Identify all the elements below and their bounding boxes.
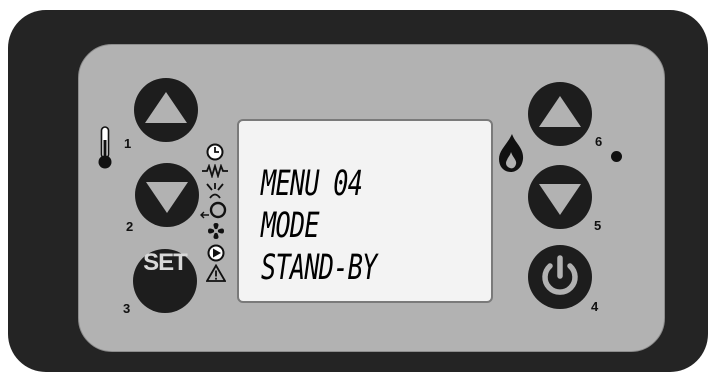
flame-icon [499, 134, 524, 172]
heater-icon [202, 164, 228, 178]
button-number-1: 1 [124, 136, 132, 151]
status-led [611, 151, 622, 162]
set-button[interactable]: SET [133, 249, 197, 313]
power-icon [542, 255, 578, 295]
lcd-line-2: MODE [261, 206, 320, 246]
thermometer-icon [98, 126, 112, 169]
power-button[interactable] [528, 245, 592, 309]
warning-icon [206, 264, 226, 282]
lcd-line-1: MENU 04 [261, 164, 363, 204]
motor-icon [207, 244, 225, 262]
power-level-down-button[interactable] [528, 165, 592, 229]
down-arrow-icon [146, 182, 188, 213]
set-button-label: SET [143, 249, 188, 276]
up-arrow-icon [145, 92, 187, 123]
button-number-3: 3 [123, 301, 131, 316]
lcd-line-3: STAND-BY [261, 248, 377, 288]
pump-icon [200, 201, 227, 219]
igniter-icon [206, 183, 224, 199]
up-arrow-icon [539, 96, 581, 127]
clock-icon [206, 143, 224, 161]
fan-icon [208, 223, 224, 239]
button-number-4: 4 [591, 299, 599, 314]
temperature-up-button[interactable] [134, 78, 198, 142]
button-number-5: 5 [594, 218, 602, 233]
power-level-up-button[interactable] [528, 82, 592, 146]
temperature-down-button[interactable] [135, 163, 199, 227]
button-number-6: 6 [595, 134, 603, 149]
lcd-display: MENU 04 MODE STAND-BY [237, 119, 493, 303]
down-arrow-icon [539, 184, 581, 215]
button-number-2: 2 [126, 219, 134, 234]
